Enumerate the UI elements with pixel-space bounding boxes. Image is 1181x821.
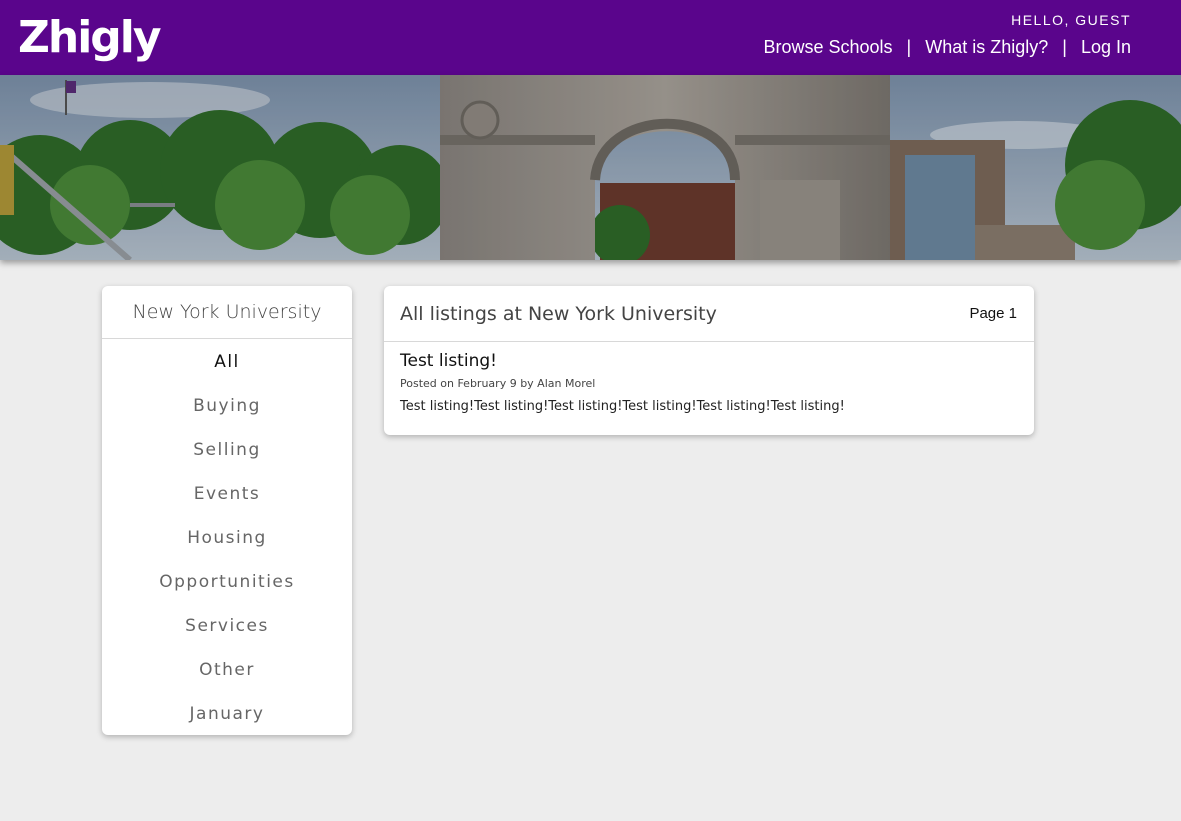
listing-item: Test listing! Posted on February 9 by Al… (384, 342, 1034, 414)
nav-separator: | (1062, 37, 1067, 57)
arch-photo-illustration (0, 75, 1181, 260)
listing-title-link[interactable]: Test listing! (400, 351, 497, 371)
what-is-zhigly-link[interactable]: What is Zhigly? (925, 37, 1048, 58)
listing-body: Test listing!Test listing!Test listing!T… (400, 399, 845, 414)
category-buying[interactable]: Buying (102, 384, 352, 428)
page-indicator: Page 1 (969, 305, 1017, 322)
category-list: All Buying Selling Events Housing Opport… (102, 339, 352, 736)
browse-schools-link[interactable]: Browse Schools (763, 37, 892, 58)
category-opportunities[interactable]: Opportunities (102, 560, 352, 604)
log-in-link[interactable]: Log In (1081, 37, 1131, 58)
top-navbar: Zhigly HELLO, GUEST Browse Schools | Wha… (0, 0, 1181, 75)
user-greeting: HELLO, GUEST (1011, 12, 1131, 28)
category-january[interactable]: January (102, 692, 352, 736)
main-nav: Browse Schools | What is Zhigly? | Log I… (763, 37, 1131, 58)
category-selling[interactable]: Selling (102, 428, 352, 472)
listings-title: All listings at New York University (400, 303, 717, 325)
listings-header: All listings at New York University Page… (384, 286, 1034, 342)
category-events[interactable]: Events (102, 472, 352, 516)
category-other[interactable]: Other (102, 648, 352, 692)
listing-meta: Posted on February 9 by Alan Morel (400, 377, 596, 390)
nav-separator: | (906, 37, 912, 57)
category-housing[interactable]: Housing (102, 516, 352, 560)
hero-banner-image (0, 75, 1181, 260)
listings-panel: All listings at New York University Page… (384, 286, 1034, 435)
category-services[interactable]: Services (102, 604, 352, 648)
category-sidebar: New York University All Buying Selling E… (102, 286, 352, 735)
category-all[interactable]: All (102, 340, 352, 384)
school-name-heading: New York University (102, 286, 352, 339)
site-logo[interactable]: Zhigly (18, 10, 162, 66)
